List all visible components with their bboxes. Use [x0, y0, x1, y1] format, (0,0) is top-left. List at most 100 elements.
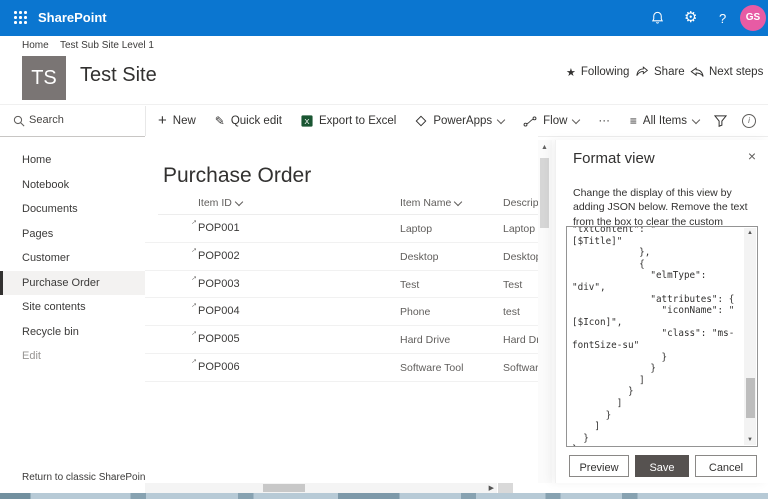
column-label: Item Name	[400, 197, 451, 209]
quick-edit-button[interactable]: ✎ Quick edit	[215, 114, 282, 128]
chevron-down-icon	[572, 115, 580, 123]
scrollbar-thumb[interactable]	[746, 378, 755, 418]
powerapps-button[interactable]: PowerApps	[415, 115, 504, 127]
item-id-cell: ↗POP001	[198, 222, 240, 234]
sidebar-item-pages[interactable]: Pages	[0, 222, 145, 247]
next-steps-label: Next steps	[709, 66, 763, 78]
item-marker-icon: ↗	[191, 275, 196, 282]
sidebar-item-recycle-bin[interactable]: Recycle bin	[0, 320, 145, 345]
close-icon[interactable]: ×	[748, 149, 756, 163]
chevron-down-icon	[497, 115, 505, 123]
export-to-excel-button[interactable]: X Export to Excel	[301, 115, 396, 127]
item-name-cell: Desktop	[400, 251, 439, 263]
item-name-cell: Laptop	[400, 223, 432, 235]
json-editor[interactable]: "txtContent": " [$Title]" }, { "elmType"…	[566, 226, 758, 447]
notifications-bell-icon[interactable]	[650, 10, 665, 26]
item-marker-icon: ↗	[191, 358, 196, 365]
help-icon[interactable]: ?	[719, 11, 726, 27]
item-marker-icon: ↗	[191, 330, 196, 337]
table-row[interactable]: ↗POP005 Hard Drive Hard Drive	[145, 326, 538, 354]
page-title: Purchase Order	[163, 164, 311, 188]
column-header-item-name[interactable]: Item Name	[400, 197, 461, 209]
view-selector-label: All Items	[643, 115, 687, 127]
scrollbar-thumb[interactable]	[540, 158, 549, 228]
item-name-cell: Test	[400, 279, 419, 291]
sidebar-item-site-contents[interactable]: Site contents	[0, 295, 145, 320]
export-label: Export to Excel	[319, 115, 396, 127]
share-label: Share	[654, 66, 685, 78]
site-logo[interactable]: TS	[22, 56, 66, 100]
description-cell: Desktop	[503, 251, 538, 263]
scrollbar-thumb[interactable]	[263, 484, 305, 492]
breadcrumb-subsite[interactable]: Test Sub Site Level 1	[60, 40, 154, 51]
pencil-icon: ✎	[215, 114, 225, 128]
scroll-up-icon[interactable]: ▲	[541, 144, 548, 151]
item-id-cell: ↗POP004	[198, 305, 240, 317]
list-view: Purchase Order Item ID Item Name Descrip…	[145, 136, 538, 483]
sidebar-item-home[interactable]: Home	[0, 148, 145, 173]
new-button[interactable]: + New	[158, 115, 196, 127]
description-cell: Hard Drive	[503, 334, 538, 346]
search-placeholder: Search	[29, 114, 64, 126]
following-button[interactable]: ★ Following	[566, 64, 629, 80]
plus-icon: +	[158, 115, 167, 127]
share-button[interactable]: Share	[636, 64, 685, 80]
avatar[interactable]: GS	[740, 5, 766, 31]
search-icon	[13, 115, 25, 127]
scroll-up-icon[interactable]: ▲	[747, 230, 753, 236]
save-button[interactable]: Save	[635, 455, 689, 477]
left-nav: Search Home Notebook Documents Pages Cus…	[0, 106, 146, 483]
settings-gear-icon[interactable]: ⚙	[684, 10, 697, 26]
item-marker-icon: ↗	[191, 302, 196, 309]
description-cell: Software T	[503, 362, 538, 374]
table-row[interactable]: ↗POP002 Desktop Desktop	[145, 243, 538, 271]
panel-title: Format view	[573, 150, 655, 167]
column-label: Description	[503, 197, 538, 209]
scroll-down-icon[interactable]: ▼	[747, 437, 753, 443]
sidebar-item-documents[interactable]: Documents	[0, 197, 145, 222]
item-name-cell: Hard Drive	[400, 334, 450, 346]
suite-bar: SharePoint ⚙ ? GS	[0, 0, 768, 36]
preview-button[interactable]: Preview	[569, 455, 629, 477]
column-header-description[interactable]: Description	[503, 197, 538, 209]
sidebar-item-customer[interactable]: Customer	[0, 246, 145, 271]
column-header-item-id[interactable]: Item ID	[198, 197, 242, 209]
brand-link[interactable]: SharePoint	[38, 10, 107, 25]
sidebar-item-purchase-order[interactable]: Purchase Order	[0, 271, 145, 296]
filter-icon[interactable]	[714, 115, 727, 127]
next-steps-button[interactable]: Next steps	[690, 64, 763, 80]
table-row[interactable]: ↗POP003 Test Test	[145, 271, 538, 299]
horizontal-scrollbar[interactable]: ▶	[145, 483, 497, 493]
sidebar-item-edit[interactable]: Edit	[0, 344, 145, 369]
more-commands-button[interactable]: ···	[598, 115, 610, 127]
flow-button[interactable]: Flow	[523, 115, 579, 127]
command-bar: + New ✎ Quick edit X Export to Excel Pow…	[145, 106, 768, 137]
app-launcher-icon[interactable]	[14, 11, 27, 24]
nav-list: Home Notebook Documents Pages Customer P…	[0, 148, 145, 369]
format-view-panel: Format view × Change the display of this…	[555, 140, 768, 483]
item-id-cell: ↗POP005	[198, 333, 240, 345]
table-body: ↗POP001 Laptop Laptop for ↗POP002 Deskto…	[145, 215, 538, 382]
cancel-button[interactable]: Cancel	[695, 455, 757, 477]
table-row[interactable]: ↗POP006 Software Tool Software T	[145, 354, 538, 382]
panel-footer: Preview Save Cancel	[556, 455, 768, 479]
site-title: Test Site	[80, 64, 157, 87]
description-cell: Laptop for	[503, 223, 538, 235]
table-row[interactable]: ↗POP001 Laptop Laptop for	[145, 215, 538, 243]
table-row[interactable]: ↗POP004 Phone test	[145, 298, 538, 326]
search-input[interactable]: Search	[0, 106, 145, 137]
column-label: Item ID	[198, 197, 232, 209]
sidebar-item-notebook[interactable]: Notebook	[0, 173, 145, 198]
new-label: New	[173, 115, 196, 127]
return-to-classic-link[interactable]: Return to classic SharePoint	[22, 472, 148, 483]
site-header: TS Test Site ★ Following Share Next step…	[0, 53, 768, 105]
view-selector[interactable]: ≡ All Items	[630, 114, 699, 128]
vertical-scrollbar[interactable]: ▲	[538, 140, 552, 483]
json-editor-content[interactable]: "txtContent": " [$Title]" }, { "elmType"…	[567, 226, 757, 447]
scroll-right-icon[interactable]: ▶	[489, 484, 494, 492]
editor-scrollbar[interactable]: ▲ ▼	[744, 228, 756, 445]
item-marker-icon: ↗	[191, 219, 196, 226]
breadcrumb-home[interactable]: Home	[22, 40, 49, 51]
svg-text:X: X	[304, 117, 309, 126]
info-icon[interactable]: i	[742, 114, 756, 128]
